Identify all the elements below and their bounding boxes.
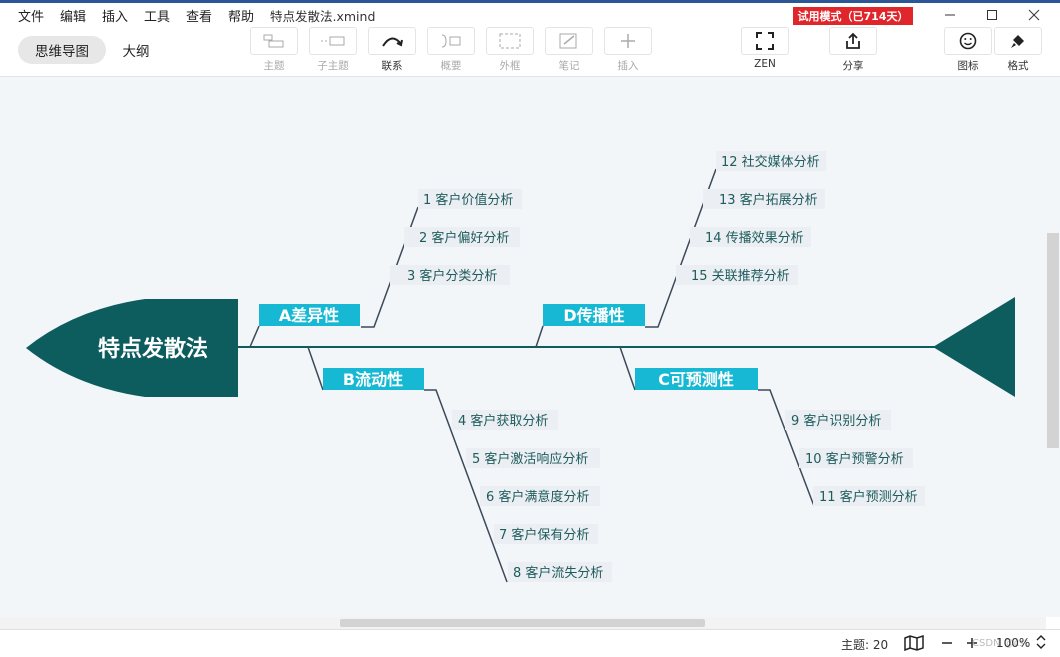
item-d14-label: 14 传播效果分析 xyxy=(705,231,804,246)
relationship-icon xyxy=(382,37,403,47)
item-b5-label: 5 客户激活响应分析 xyxy=(472,451,588,467)
status-bar: 主题: 20 CSDN @cst 100% xyxy=(0,629,1060,657)
bone-b xyxy=(307,346,324,391)
menu-view[interactable]: 查看 xyxy=(186,6,212,25)
toolbar: 思维导图 大纲 主题 子主题 联系 概要 外框 笔记 插入 ZEN 分享 图标 xyxy=(0,25,1060,77)
icon-panel-button[interactable]: 图标 xyxy=(944,27,992,73)
document-title: 特点发散法.xmind xyxy=(270,9,376,24)
boundary-label: 外框 xyxy=(499,60,521,72)
subtopic-button[interactable]: 子主题 xyxy=(309,27,357,73)
zoom-out-icon[interactable] xyxy=(940,635,954,654)
fullscreen-icon xyxy=(756,32,774,50)
fishbone-diagram: 特点发散法 A差异性 1 客户价值分析 2 客户偏好分析 3 客户分类分析 B流… xyxy=(26,151,1015,583)
plus-icon xyxy=(621,34,635,48)
map-icon[interactable] xyxy=(904,634,924,655)
boundary-button[interactable]: 外框 xyxy=(486,27,534,73)
menu-file[interactable]: 文件 xyxy=(18,6,44,25)
mindmap-canvas[interactable]: 特点发散法 A差异性 1 客户价值分析 2 客户偏好分析 3 客户分类分析 B流… xyxy=(0,77,1046,617)
central-topic[interactable]: 特点发散法 xyxy=(98,336,208,362)
format-panel-button[interactable]: 格式 xyxy=(994,27,1042,73)
tab-mindmap[interactable]: 思维导图 xyxy=(18,36,106,64)
smiley-icon xyxy=(959,32,977,50)
menu-tools[interactable]: 工具 xyxy=(144,6,170,25)
item-a1-label: 1 客户价值分析 xyxy=(423,192,513,208)
insert-button[interactable]: 插入 xyxy=(604,27,652,73)
item-a3-label: 3 客户分类分析 xyxy=(407,268,497,284)
summary-icon xyxy=(441,34,461,48)
branch-b-label: B流动性 xyxy=(343,370,403,389)
bone-a xyxy=(249,325,260,348)
zen-button[interactable]: ZEN xyxy=(741,27,789,70)
item-d13-label: 13 客户拓展分析 xyxy=(719,192,818,208)
note-button[interactable]: 笔记 xyxy=(545,27,593,73)
topic-label: 主题 xyxy=(263,60,285,72)
zen-label: ZEN xyxy=(754,58,776,70)
topic-button[interactable]: 主题 xyxy=(250,27,298,73)
bone-d xyxy=(535,325,544,348)
menu-help[interactable]: 帮助 xyxy=(228,6,254,25)
branch-c-label: C可预测性 xyxy=(658,370,734,389)
tab-outline[interactable]: 大纲 xyxy=(112,36,160,64)
item-b7-label: 7 客户保有分析 xyxy=(499,527,589,543)
branch-a-label: A差异性 xyxy=(279,306,339,325)
item-b8-label: 8 客户流失分析 xyxy=(513,565,603,581)
bone-c xyxy=(619,346,636,391)
item-d15-label: 15 关联推荐分析 xyxy=(691,269,790,284)
share-button[interactable]: 分享 xyxy=(829,27,877,73)
close-icon[interactable] xyxy=(1014,4,1054,26)
subtopic-icon xyxy=(321,36,345,46)
item-b6-label: 6 客户满意度分析 xyxy=(486,489,589,505)
trial-mode-badge[interactable]: 试用模式（已714天） xyxy=(793,7,913,25)
vertical-scroll-thumb[interactable] xyxy=(1047,233,1059,448)
topic-count: 主题: 20 xyxy=(841,638,889,652)
item-a2-label: 2 客户偏好分析 xyxy=(419,230,509,246)
minimize-icon[interactable] xyxy=(930,4,970,26)
menu-bar: 文件 编辑 插入 工具 查看 帮助 特点发散法.xmind 试用模式（已714天… xyxy=(0,3,1060,25)
subtopic-label: 子主题 xyxy=(317,60,349,72)
note-label: 笔记 xyxy=(558,60,580,72)
relationship-button[interactable]: 联系 xyxy=(368,27,416,73)
format-panel-label: 格式 xyxy=(1007,60,1029,72)
topic-icon xyxy=(263,34,284,48)
zoom-level[interactable]: 100% xyxy=(996,636,1030,650)
item-c10-label: 10 客户预警分析 xyxy=(805,451,904,467)
summary-button[interactable]: 概要 xyxy=(427,27,475,73)
fish-tail-shape xyxy=(933,297,1015,397)
item-d12-label: 12 社交媒体分析 xyxy=(721,154,820,170)
insert-label: 插入 xyxy=(617,60,639,72)
branch-d-label: D传播性 xyxy=(563,306,624,325)
item-b4-label: 4 客户获取分析 xyxy=(458,413,548,429)
boundary-icon xyxy=(499,33,521,49)
relationship-label: 联系 xyxy=(381,60,403,72)
zoom-stepper-icon[interactable] xyxy=(1036,634,1046,654)
item-c11-label: 11 客户预测分析 xyxy=(819,489,918,505)
format-brush-icon xyxy=(1011,35,1024,48)
share-label: 分享 xyxy=(842,60,864,72)
horizontal-scroll-thumb[interactable] xyxy=(340,619,705,627)
menu-edit[interactable]: 编辑 xyxy=(60,6,86,25)
icon-panel-label: 图标 xyxy=(957,60,979,72)
share-icon xyxy=(846,32,860,49)
summary-label: 概要 xyxy=(440,60,462,72)
menu-insert[interactable]: 插入 xyxy=(102,6,128,25)
maximize-icon[interactable] xyxy=(972,4,1012,26)
note-icon xyxy=(559,33,577,49)
item-c9-label: 9 客户识别分析 xyxy=(791,413,881,429)
